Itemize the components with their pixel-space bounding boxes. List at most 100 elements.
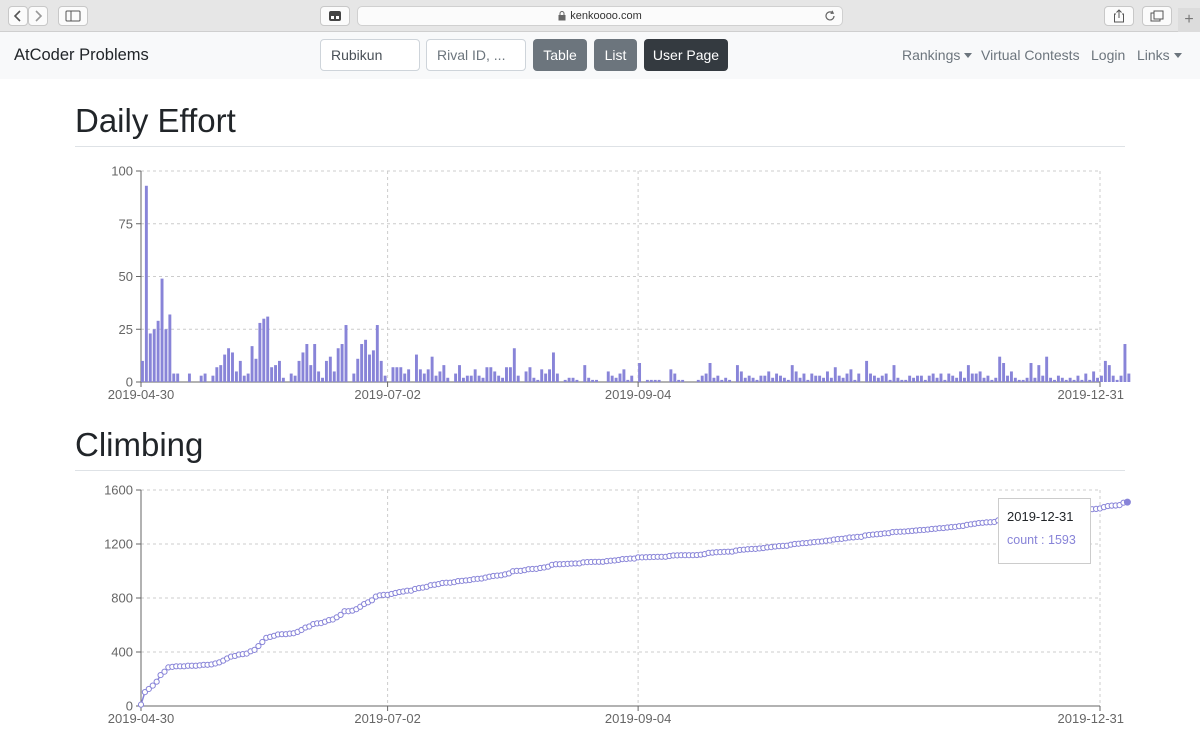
effort-bar — [512, 348, 516, 382]
effort-bar — [250, 346, 254, 382]
effort-bar — [1037, 365, 1041, 382]
effort-bar — [912, 377, 916, 382]
effort-bar — [352, 373, 356, 382]
effort-bar — [755, 379, 759, 382]
effort-bar — [943, 379, 947, 382]
effort-bar — [391, 367, 395, 382]
effort-bar — [301, 352, 305, 382]
effort-bar — [227, 348, 231, 382]
effort-bar — [583, 365, 587, 382]
effort-bar — [673, 373, 677, 382]
effort-bar — [442, 365, 446, 382]
effort-bar — [1033, 377, 1037, 382]
effort-bar — [1025, 377, 1029, 382]
effort-bar — [1017, 379, 1021, 382]
effort-bar — [1076, 375, 1080, 382]
effort-bar — [669, 369, 673, 382]
effort-bar — [1084, 373, 1088, 382]
effort-bar — [422, 373, 426, 382]
effort-bar — [407, 369, 411, 382]
x-tick-label: 2019-04-30 — [108, 387, 175, 402]
effort-bar — [242, 375, 246, 382]
effort-bar — [152, 329, 156, 382]
effort-bar — [1107, 365, 1111, 382]
effort-bar — [618, 373, 622, 382]
effort-bar — [849, 369, 853, 382]
effort-bar — [1100, 375, 1103, 382]
y-tick-label: 800 — [111, 591, 133, 606]
effort-bar — [563, 379, 567, 382]
effort-bar — [1045, 356, 1049, 382]
effort-bar — [716, 375, 720, 382]
effort-bar — [916, 375, 919, 382]
effort-bar — [336, 348, 340, 382]
tooltip-value: count : 1593 — [1007, 533, 1076, 547]
effort-bar — [1127, 373, 1131, 382]
effort-bar — [375, 325, 379, 382]
effort-bar — [458, 365, 461, 382]
effort-bar — [176, 373, 180, 382]
effort-bar — [1072, 379, 1076, 382]
y-tick-label: 25 — [119, 322, 133, 337]
effort-bar — [293, 375, 297, 382]
effort-bar — [168, 314, 172, 382]
climbing-point — [259, 638, 266, 646]
y-tick-label: 1200 — [104, 537, 133, 552]
effort-bar — [321, 377, 324, 382]
effort-bar — [571, 377, 575, 382]
effort-bar — [794, 371, 798, 382]
effort-bar — [493, 371, 497, 382]
effort-bar — [798, 377, 802, 382]
effort-bar — [1056, 375, 1060, 382]
effort-bar — [340, 344, 344, 382]
x-tick-label: 2019-07-02 — [354, 387, 421, 402]
effort-bar — [1041, 375, 1045, 382]
effort-bar — [477, 375, 481, 382]
effort-bar — [211, 375, 215, 382]
effort-bar — [555, 373, 559, 382]
effort-bar — [923, 379, 927, 382]
effort-bar — [313, 344, 317, 382]
effort-bar — [638, 363, 642, 382]
effort-bar — [845, 373, 849, 382]
active-point — [1123, 498, 1131, 506]
effort-bar — [790, 365, 794, 382]
effort-bar — [156, 320, 160, 382]
effort-bar — [782, 377, 786, 382]
effort-bar — [1115, 379, 1119, 382]
effort-bar — [908, 375, 912, 382]
effort-bar — [927, 375, 931, 382]
effort-bar — [712, 377, 716, 382]
effort-bar — [739, 371, 743, 382]
effort-bar — [215, 367, 219, 382]
effort-bar — [1119, 375, 1123, 382]
effort-bar — [399, 367, 403, 382]
effort-bar — [469, 375, 473, 382]
effort-bar — [657, 379, 661, 382]
effort-bar — [833, 367, 837, 382]
effort-bar — [759, 375, 763, 382]
effort-bar — [461, 377, 465, 382]
effort-bar — [630, 375, 634, 382]
x-tick-label: 2019-12-31 — [1058, 387, 1125, 402]
effort-bar — [1006, 375, 1009, 382]
effort-bar — [1053, 379, 1056, 382]
effort-bar — [438, 371, 442, 382]
effort-bar — [1009, 371, 1013, 382]
effort-bar — [700, 375, 704, 382]
effort-bar — [743, 377, 747, 382]
effort-bar — [278, 360, 281, 382]
daily-effort-chart: 02550751002019-04-30 2019-07-02 2019-09-04… — [104, 164, 1131, 726]
effort-bar — [324, 360, 328, 382]
effort-bar — [508, 367, 512, 382]
effort-bar — [771, 377, 775, 382]
effort-bar — [806, 379, 810, 382]
effort-bar — [160, 278, 164, 382]
effort-bar — [1021, 379, 1025, 382]
effort-bar — [904, 379, 908, 382]
effort-bar — [434, 375, 438, 382]
effort-bar — [822, 377, 825, 382]
effort-bar — [172, 373, 176, 382]
effort-bar — [148, 333, 152, 382]
effort-bar — [1002, 363, 1006, 382]
